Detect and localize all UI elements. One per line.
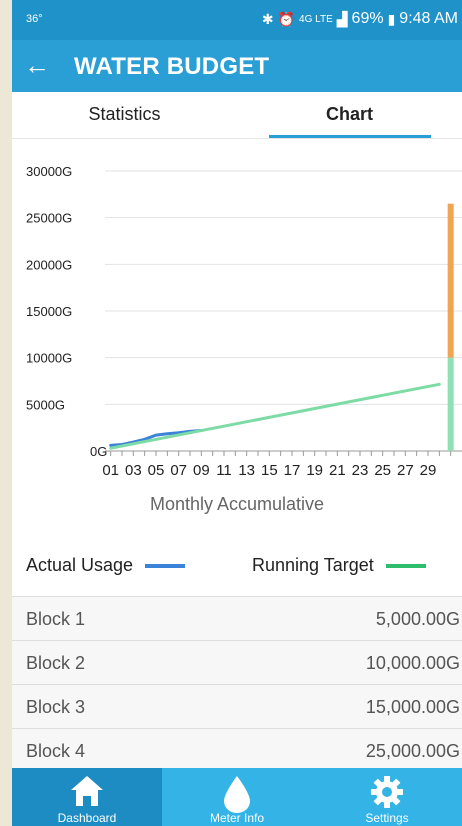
list-item: Block 4 25,000.00G xyxy=(12,728,462,772)
x-tick-label: 27 xyxy=(397,462,414,479)
tab-selected-indicator xyxy=(269,135,431,138)
phone-screen: 36° ✱ ⏰ 4G LTE ▟ 69% ▮ 9:48 AM ← WATER B… xyxy=(12,0,462,826)
chart-legend: Actual Usage Running Target xyxy=(12,551,462,581)
bar-segment xyxy=(447,203,454,358)
x-tick-label: 23 xyxy=(352,462,369,479)
nav-meter-info[interactable]: Meter Info xyxy=(162,768,312,826)
x-tick-label: 03 xyxy=(125,462,142,479)
status-bar: 36° ✱ ⏰ 4G LTE ▟ 69% ▮ 9:48 AM xyxy=(12,0,462,40)
y-tick-label: 20000G xyxy=(26,257,72,272)
x-tick-label: 09 xyxy=(193,462,210,479)
x-tick-label: 05 xyxy=(148,462,165,479)
x-tick-label: 19 xyxy=(306,462,323,479)
x-tick-label: 17 xyxy=(284,462,301,479)
x-tick-label: 21 xyxy=(329,462,346,479)
page-title: WATER BUDGET xyxy=(74,53,270,80)
x-tick-label: 13 xyxy=(238,462,255,479)
x-tick-label: 15 xyxy=(261,462,278,479)
network-label: 4G LTE xyxy=(299,13,333,25)
tab-chart[interactable]: Chart xyxy=(237,92,462,138)
legend-actual: Actual Usage xyxy=(26,555,186,576)
tab-statistics[interactable]: Statistics xyxy=(12,92,237,138)
y-tick-label: 30000G xyxy=(26,164,72,179)
x-tick-label: 29 xyxy=(420,462,437,479)
y-tick-label: 10000G xyxy=(26,351,72,366)
x-tick-label: 01 xyxy=(102,462,119,479)
bottom-navigation: Dashboard Meter Info Settings xyxy=(12,768,462,826)
block-amount: 15,000.00G xyxy=(365,697,460,717)
chart-caption: Monthly Accumulative xyxy=(149,494,325,514)
block-name: Block 4 xyxy=(26,741,86,761)
legend-actual-label: Actual Usage xyxy=(26,555,134,575)
blocks-list: Block 1 5,000.00G Block 2 10,000.00G Blo… xyxy=(12,596,462,772)
temperature-text: 36° xyxy=(26,13,43,25)
gear-icon xyxy=(371,776,403,808)
tab-chart-label: Chart xyxy=(325,104,373,124)
chart-area: 0G 5000G 10000G 15000G 20000G 25000G 30000G 01 0… xyxy=(12,139,462,579)
battery-icon: ▮ xyxy=(387,10,396,27)
home-icon xyxy=(71,776,103,806)
block-amount: 25,000.00G xyxy=(365,741,460,761)
nav-dashboard[interactable]: Dashboard xyxy=(12,768,162,826)
block-name: Block 2 xyxy=(26,653,86,673)
battery-percent: 69% xyxy=(351,10,384,27)
status-icons: ✱ ⏰ 4G LTE ▟ 69% ▮ 9:48 AM xyxy=(262,10,458,28)
x-tick-label: 07 xyxy=(170,462,187,479)
tab-statistics-label: Statistics xyxy=(88,104,161,124)
legend-target-swatch xyxy=(385,563,426,568)
y-tick-label: 0G xyxy=(90,444,107,459)
list-item: Block 1 5,000.00G xyxy=(12,596,462,640)
y-tick-label: 15000G xyxy=(26,304,72,319)
legend-target: Running Target xyxy=(252,555,426,576)
tab-bar: Statistics Chart xyxy=(12,92,462,139)
signal-icon: ▟ xyxy=(336,10,348,27)
nav-dashboard-label: Dashboard xyxy=(57,811,117,825)
water-drop-icon xyxy=(224,776,250,813)
bar-segment xyxy=(447,357,454,451)
legend-actual-swatch xyxy=(145,563,186,568)
block-name: Block 1 xyxy=(26,609,86,629)
x-tick-label: 11 xyxy=(216,462,232,479)
back-arrow-icon[interactable]: ← xyxy=(24,50,50,80)
x-tick-label: 25 xyxy=(374,462,391,479)
block-amount: 5,000.00G xyxy=(375,609,460,629)
y-tick-label: 25000G xyxy=(26,211,72,226)
nav-settings-label: Settings xyxy=(365,811,409,825)
list-item: Block 3 15,000.00G xyxy=(12,684,462,728)
series-line-running-target xyxy=(109,382,441,450)
block-amount: 10,000.00G xyxy=(365,653,460,673)
clock-time: 9:48 AM xyxy=(399,10,458,27)
app-bar: ← WATER BUDGET xyxy=(12,40,462,92)
legend-target-label: Running Target xyxy=(252,555,374,575)
nav-settings[interactable]: Settings xyxy=(312,768,462,826)
list-item: Block 2 10,000.00G xyxy=(12,640,462,684)
usage-chart: 0G 5000G 10000G 15000G 20000G 25000G 30000G 01 0… xyxy=(26,164,462,479)
nav-meter-info-label: Meter Info xyxy=(209,811,265,825)
y-tick-label: 5000G xyxy=(26,397,65,412)
block-name: Block 3 xyxy=(26,697,86,717)
bluetooth-icon: ✱ xyxy=(261,10,274,27)
alarm-icon: ⏰ xyxy=(277,10,296,27)
